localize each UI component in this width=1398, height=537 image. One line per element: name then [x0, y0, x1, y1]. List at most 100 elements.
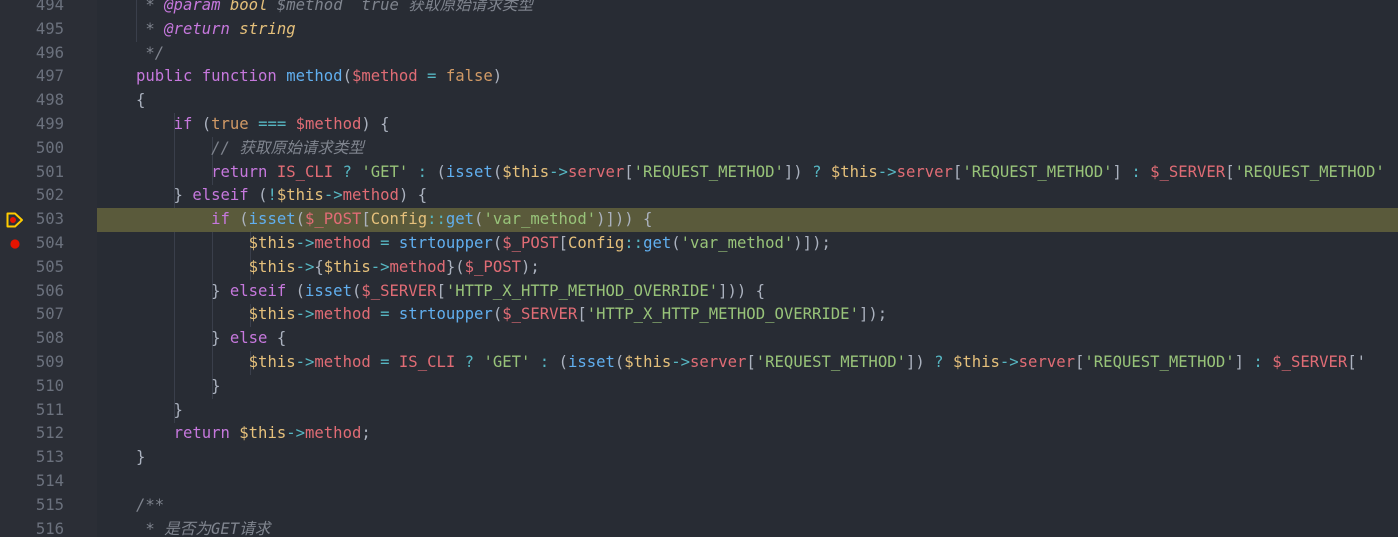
- line-number[interactable]: 495: [0, 18, 64, 42]
- line-number[interactable]: 507: [0, 303, 64, 327]
- line-number[interactable]: 516: [0, 518, 64, 537]
- code-line[interactable]: 501 return IS_CLI ? 'GET' : (isset($this…: [0, 161, 1398, 185]
- line-number[interactable]: 513: [0, 446, 64, 470]
- code-token: ]);: [858, 305, 888, 324]
- code-token: ]: [1234, 353, 1254, 371]
- code-line[interactable]: 503 if (isset($_POST[Config::get('var_me…: [0, 208, 1398, 232]
- code-text: if (isset($_POST[Config::get('var_method…: [136, 208, 652, 232]
- code-token: :: [530, 353, 559, 371]
- code-token: ): [492, 67, 503, 86]
- line-number[interactable]: 502: [0, 184, 64, 208]
- code-token: $method: [351, 67, 418, 86]
- line-number[interactable]: 496: [0, 42, 64, 66]
- code-line[interactable]: 505 $this->{$this->method}($_POST);: [0, 256, 1398, 280]
- code-token: (: [436, 162, 446, 181]
- line-number[interactable]: 505: [0, 256, 64, 280]
- code-token: (: [492, 162, 503, 181]
- code-editor[interactable]: 494 * @param bool $method true 获取原始请求类型 4…: [0, 0, 1398, 537]
- code-token: strtoupper: [398, 305, 493, 324]
- code-token: strtoupper: [398, 234, 493, 252]
- code-token: (: [614, 353, 625, 371]
- code-line[interactable]: 506 } elseif (isset($_SERVER['HTTP_X_HTT…: [0, 280, 1398, 304]
- code-token: [: [952, 162, 963, 181]
- code-token: 'REQUEST_METHOD': [962, 162, 1113, 181]
- code-line[interactable]: 499 if (true === $method) {: [0, 113, 1398, 137]
- code-token: $_POST: [502, 234, 559, 252]
- code-token: 'REQUEST_METHOD': [1234, 162, 1385, 181]
- line-number[interactable]: 501: [0, 161, 64, 185]
- line-number[interactable]: 506: [0, 280, 64, 304]
- code-text: /**: [136, 494, 164, 518]
- line-number[interactable]: 494: [0, 0, 64, 18]
- line-number[interactable]: 514: [0, 470, 64, 494]
- code-token: (: [492, 234, 503, 252]
- code-line[interactable]: 510 }: [0, 375, 1398, 399]
- line-number[interactable]: 498: [0, 89, 64, 113]
- code-line[interactable]: 504 $this->method = strtoupper($_POST[Co…: [0, 232, 1398, 256]
- code-line[interactable]: 507 $this->method = strtoupper($_SERVER[…: [0, 303, 1398, 327]
- code-token: }: [136, 186, 193, 205]
- code-token: server: [690, 353, 747, 371]
- code-line[interactable]: 514: [0, 470, 1398, 494]
- line-number[interactable]: 510: [0, 375, 64, 399]
- code-line[interactable]: 494 * @param bool $method true 获取原始请求类型: [0, 0, 1398, 18]
- code-token: $this: [248, 234, 296, 252]
- line-number[interactable]: 512: [0, 422, 64, 446]
- code-token: ::: [624, 234, 644, 252]
- code-token: 'var_method': [483, 210, 597, 229]
- code-text: {: [136, 89, 145, 113]
- code-text: return IS_CLI ? 'GET' : (isset($this->se…: [136, 161, 1385, 185]
- breakpoint-icon[interactable]: [5, 232, 25, 256]
- code-line[interactable]: 508 } else {: [0, 327, 1398, 351]
- code-token: (: [286, 281, 306, 300]
- code-token: ->: [999, 353, 1019, 371]
- code-token: $method: [276, 0, 343, 14]
- code-token: $this: [624, 353, 672, 371]
- code-line[interactable]: 498 {: [0, 89, 1398, 113]
- code-token: $_SERVER: [1272, 353, 1348, 371]
- code-line[interactable]: 516 * 是否为GET请求: [0, 518, 1398, 537]
- code-token: server: [896, 162, 953, 181]
- code-line[interactable]: 513}: [0, 446, 1398, 470]
- code-token: ->: [323, 186, 343, 205]
- code-line[interactable]: 495 * @return string: [0, 18, 1398, 42]
- code-token: ?: [812, 162, 831, 181]
- code-token: $_SERVER: [1150, 162, 1226, 181]
- code-token: );: [521, 257, 540, 276]
- code-line[interactable]: 502 } elseif (!$this->method) {: [0, 184, 1398, 208]
- debug-current-line-icon[interactable]: [5, 208, 25, 232]
- code-token: ) {: [361, 115, 390, 133]
- line-number[interactable]: 497: [0, 65, 64, 89]
- code-line[interactable]: 496 */: [0, 42, 1398, 66]
- code-token: 'HTTP_X_HTTP_METHOD_OVERRIDE': [445, 281, 719, 300]
- code-token: 'GET': [361, 162, 409, 181]
- line-number[interactable]: 508: [0, 327, 64, 351]
- line-number[interactable]: 499: [0, 113, 64, 137]
- code-token: ===: [248, 115, 296, 133]
- code-token: 'GET': [483, 353, 531, 371]
- code-token: $this: [248, 305, 296, 324]
- line-number[interactable]: 511: [0, 399, 64, 423]
- code-token: isset: [445, 162, 493, 181]
- code-line[interactable]: 512 return $this->method;: [0, 422, 1398, 446]
- code-token: method: [314, 234, 371, 252]
- code-line[interactable]: 500 // 获取原始请求类型: [0, 137, 1398, 161]
- code-line[interactable]: 511 }: [0, 399, 1398, 423]
- code-token: [: [1075, 353, 1085, 371]
- code-line[interactable]: 509 $this->method = IS_CLI ? 'GET' : (is…: [0, 351, 1398, 375]
- line-number[interactable]: 515: [0, 494, 64, 518]
- code-token: }: [136, 400, 183, 419]
- code-token: @return: [164, 19, 230, 38]
- code-token: {: [267, 329, 287, 348]
- code-line[interactable]: 497 public function method($method = fals…: [0, 65, 1398, 89]
- code-token: $this: [830, 162, 878, 181]
- code-line[interactable]: 515 /**: [0, 494, 1398, 518]
- line-number[interactable]: 509: [0, 351, 64, 375]
- line-number[interactable]: 500: [0, 137, 64, 161]
- code-token: (: [192, 115, 212, 133]
- code-token: ) {: [398, 186, 428, 205]
- code-token: (: [671, 234, 681, 252]
